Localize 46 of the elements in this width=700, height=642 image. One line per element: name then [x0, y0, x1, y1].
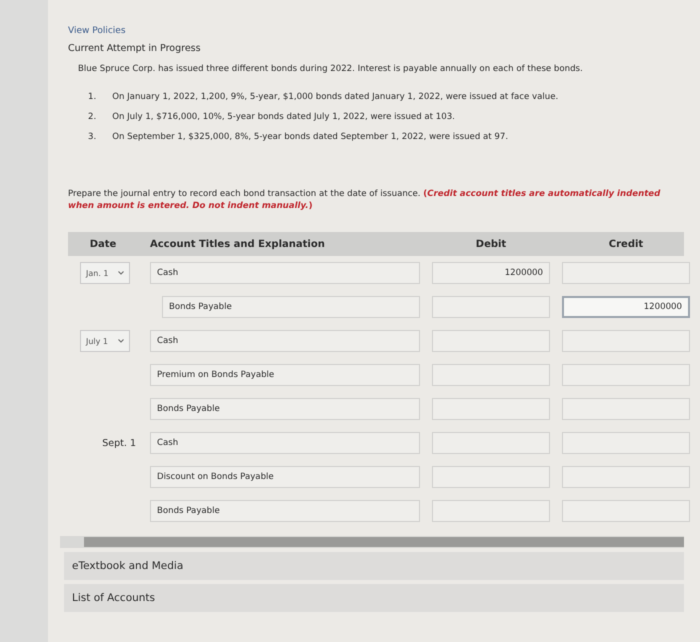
credit-field[interactable]: 1200000	[562, 296, 690, 318]
chevron-icon	[118, 339, 124, 344]
credit-field[interactable]	[562, 262, 690, 284]
debit-field[interactable]	[432, 466, 550, 488]
instruction-text: Prepare the journal entry to record each bond transaction at the date of issuance. (Credit account titles are automatically indented when amount is entered. Do not indent manually.)	[68, 188, 662, 212]
account-field[interactable]: Bonds Payable	[162, 296, 420, 318]
account-field[interactable]: Discount on Bonds Payable	[150, 466, 420, 488]
credit-field[interactable]	[562, 398, 690, 420]
date-dropdown[interactable]: Jan. 1	[80, 262, 130, 284]
item-number: 3.	[88, 132, 96, 142]
debit-field[interactable]	[432, 398, 550, 420]
section-header[interactable]: eTextbook and Media	[64, 552, 684, 580]
column-heading: Date	[88, 238, 118, 250]
view-policies-link[interactable]: View Policies	[68, 26, 126, 36]
item-number: 1.	[88, 92, 96, 102]
debit-field[interactable]	[432, 500, 550, 522]
account-field[interactable]: Cash	[150, 262, 420, 284]
date-dropdown[interactable]: July 1	[80, 330, 130, 352]
attempt-status: Current Attempt in Progress	[68, 43, 202, 54]
credit-field[interactable]	[562, 364, 690, 386]
horizontal-scrollbar[interactable]	[60, 536, 684, 548]
credit-field[interactable]	[562, 432, 690, 454]
chevron-icon	[118, 271, 124, 276]
debit-field[interactable]	[432, 364, 550, 386]
credit-field[interactable]	[562, 500, 690, 522]
column-heading: Credit	[608, 238, 644, 250]
item-text: On September 1, $325,000, 8%, 5-year bonds dated September 1, 2022, were issued at 97.	[112, 132, 508, 142]
item-text: On January 1, 2022, 1,200, 9%, 5-year, $1,000 bonds dated January 1, 2022, were issued at face value.	[112, 92, 558, 102]
account-field[interactable]: Cash	[150, 432, 420, 454]
section-header[interactable]: List of Accounts	[64, 584, 684, 612]
problem-text: Blue Spruce Corp. has issued three different bonds during 2022. Interest is payable annually on each of these bonds.	[78, 64, 584, 74]
debit-field[interactable]: 1200000	[432, 262, 550, 284]
credit-field[interactable]	[562, 330, 690, 352]
account-field[interactable]: Bonds Payable	[150, 398, 420, 420]
debit-field[interactable]	[432, 432, 550, 454]
item-text: On July 1, $716,000, 10%, 5-year bonds dated July 1, 2022, were issued at 103.	[112, 112, 455, 122]
date-text: Sept. 1	[101, 438, 137, 449]
debit-field[interactable]	[432, 296, 550, 318]
debit-field[interactable]	[432, 330, 550, 352]
account-field[interactable]: Bonds Payable	[150, 500, 420, 522]
column-heading: Account Titles and Explanation	[150, 238, 326, 250]
column-heading: Debit	[474, 238, 508, 250]
account-field[interactable]: Premium on Bonds Payable	[150, 364, 420, 386]
account-field[interactable]: Cash	[150, 330, 420, 352]
item-number: 2.	[88, 112, 96, 122]
credit-field[interactable]	[562, 466, 690, 488]
